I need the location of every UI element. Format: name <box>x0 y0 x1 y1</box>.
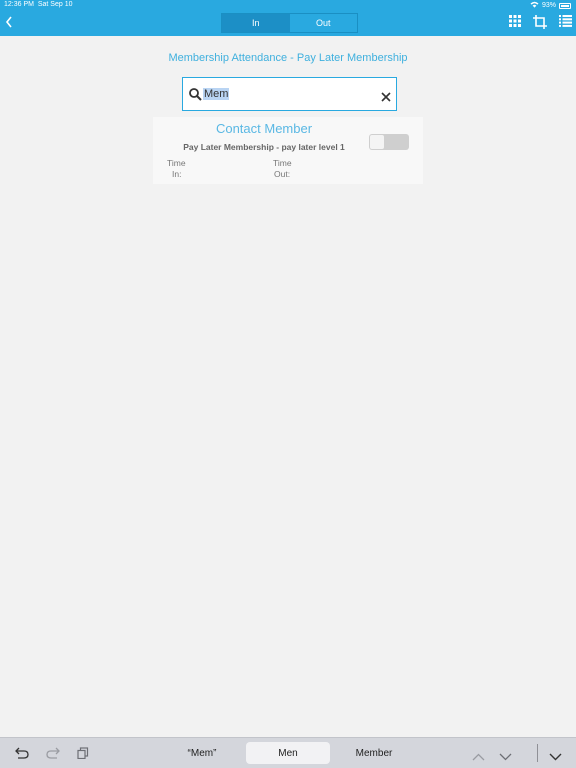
clear-icon[interactable] <box>381 89 391 107</box>
member-name: Contact Member <box>215 121 313 136</box>
status-indicators: 93% <box>530 1 571 10</box>
toggle-knob <box>370 135 384 149</box>
list-icon[interactable] <box>559 15 572 29</box>
time-in-label-line2: In: <box>172 169 182 179</box>
time-in-label: Time In: <box>167 158 186 180</box>
member-card[interactable]: Contact Member Pay Later Membership - pa… <box>153 117 423 184</box>
status-time: 12:36 PM Sat Sep 10 <box>4 1 73 8</box>
chevron-down-icon[interactable] <box>499 748 512 766</box>
search-icon <box>189 88 202 106</box>
suggestion-middle[interactable]: Men <box>246 742 330 764</box>
back-icon[interactable] <box>5 15 13 31</box>
time-out-label-line2: Out: <box>274 169 291 179</box>
paste-icon[interactable] <box>77 746 89 764</box>
battery-percent: 93% <box>541 2 556 9</box>
chevron-up-icon[interactable] <box>472 748 485 766</box>
undo-icon[interactable] <box>15 746 29 764</box>
attendance-toggle[interactable] <box>369 134 409 150</box>
in-out-segmented-control: In Out <box>221 13 358 33</box>
search-value[interactable]: Mem <box>203 88 230 100</box>
toolbar-divider <box>537 744 538 762</box>
time-in-label-line1: Time <box>167 158 186 168</box>
grid-icon[interactable] <box>509 15 521 29</box>
wifi-icon <box>530 1 539 10</box>
membership-plan: Pay Later Membership - pay later level 1 <box>183 142 345 152</box>
status-date: Sat Sep 10 <box>37 1 73 8</box>
nav-actions <box>509 15 572 29</box>
suggestion-right[interactable]: Member <box>348 748 400 759</box>
suggestion-quoted[interactable]: “Mem” <box>176 748 228 759</box>
top-bar: 12:36 PM Sat Sep 10 93% In Out <box>0 0 576 36</box>
crop-icon[interactable] <box>533 15 547 29</box>
status-time-value: 12:36 PM <box>4 1 34 8</box>
tab-out[interactable]: Out <box>290 14 358 32</box>
search-input[interactable]: Mem <box>182 77 397 111</box>
tab-in[interactable]: In <box>222 14 290 32</box>
redo-icon[interactable] <box>46 746 60 764</box>
time-out-label: Time Out: <box>273 158 292 180</box>
time-out-label-line1: Time <box>273 158 292 168</box>
battery-icon <box>559 2 571 9</box>
dismiss-keyboard-icon[interactable] <box>549 748 562 766</box>
page-title: Membership Attendance - Pay Later Member… <box>168 52 408 64</box>
keyboard-shortcut-bar: “Mem” Men Member <box>0 737 576 768</box>
